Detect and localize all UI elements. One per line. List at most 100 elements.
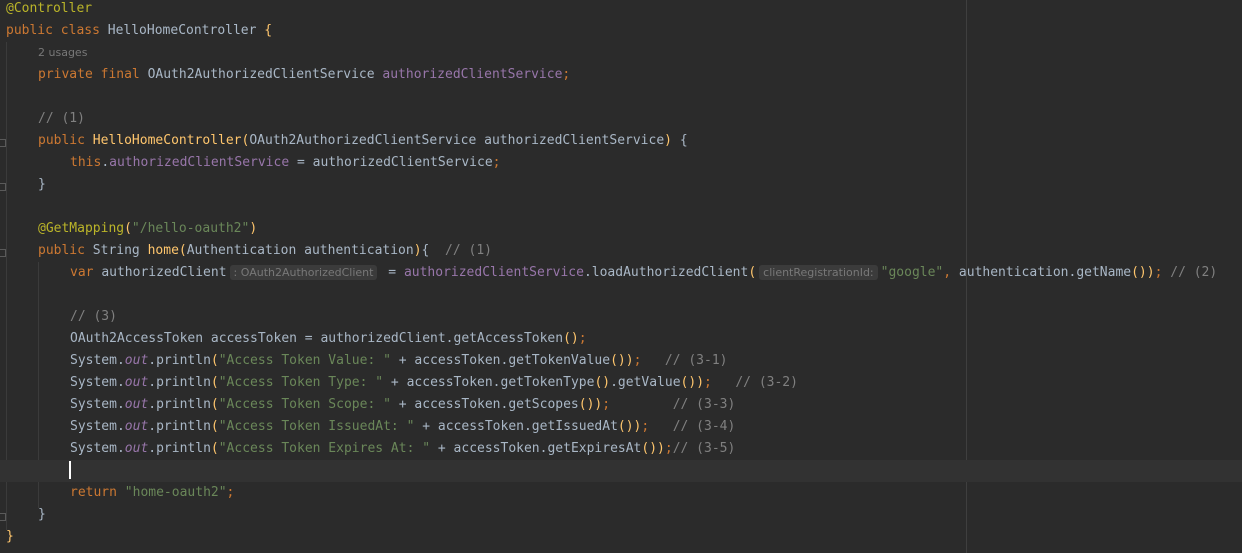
code-line[interactable]: 2 usages	[0, 42, 1242, 64]
code-editor[interactable]: @Controller public class HelloHomeControl…	[0, 0, 1242, 553]
code-token: "home-oauth2"	[124, 485, 227, 500]
code-line[interactable]: private final OAuth2AuthorizedClientServ…	[0, 64, 1242, 86]
code-token: OAuth2AccessToken accessToken = authoriz…	[70, 331, 564, 346]
code-line[interactable]: @Controller	[0, 0, 1242, 20]
code-token: ,	[943, 265, 959, 280]
text-caret	[69, 461, 71, 479]
code-token: @Controller	[6, 1, 93, 16]
code-token: // (1)	[445, 243, 492, 258]
code-token: {	[421, 243, 446, 258]
code-line[interactable]: }	[0, 174, 1242, 196]
code-token: = authorizedClientService	[289, 155, 493, 170]
code-token: private final	[38, 67, 148, 82]
code-token: return	[70, 485, 125, 500]
code-token: home	[147, 243, 179, 258]
code-token: "Access Token Scope: "	[218, 397, 391, 412]
code-token: }	[38, 177, 46, 192]
code-token: ())	[680, 375, 705, 390]
code-token: // (1)	[38, 111, 85, 126]
code-token: ;	[578, 331, 587, 346]
code-token: ;	[641, 419, 673, 434]
code-token: ;	[633, 353, 665, 368]
code-line[interactable]: public class HelloHomeController {	[0, 20, 1242, 42]
code-token: Authentication authentication	[186, 243, 414, 258]
usages-hint[interactable]: 2 usages	[38, 46, 87, 59]
code-line[interactable]: }	[0, 504, 1242, 526]
code-line[interactable]: System.out.println("Access Token Type: "…	[0, 372, 1242, 394]
code-token: ;	[492, 155, 501, 170]
code-line[interactable]: return "home-oauth2";	[0, 482, 1242, 504]
code-line[interactable]: System.out.println("Access Token Scope: …	[0, 394, 1242, 416]
fold-marker-icon[interactable]	[0, 139, 6, 147]
code-token: public	[38, 243, 93, 258]
code-token: (	[210, 419, 219, 434]
inlay-hint: : OAuth2AuthorizedClient	[229, 265, 378, 280]
code-token: System.	[70, 353, 125, 368]
code-token: String	[92, 243, 148, 258]
code-token: ()	[594, 375, 611, 390]
code-line[interactable]: var authorizedClient: OAuth2AuthorizedCl…	[0, 262, 1242, 284]
code-token: + accessToken.getScopes	[390, 397, 579, 412]
fold-marker-icon[interactable]	[0, 513, 6, 521]
code-token: "Access Token IssuedAt: "	[218, 419, 415, 434]
code-token: System.	[70, 419, 125, 434]
code-token: // (3-4)	[672, 419, 736, 434]
code-line[interactable]: @GetMapping("/hello-oauth2")	[0, 218, 1242, 240]
code-token: out	[124, 353, 149, 368]
code-line[interactable]: public String home(Authentication authen…	[0, 240, 1242, 262]
code-token: ;	[1154, 265, 1171, 280]
code-line[interactable]: System.out.println("Access Token Expires…	[0, 438, 1242, 460]
code-line[interactable]: }	[0, 526, 1242, 548]
code-line[interactable]	[0, 460, 1242, 482]
code-token: (	[748, 265, 757, 280]
code-token: ())	[617, 419, 642, 434]
code-line[interactable]: System.out.println("Access Token Value: …	[0, 350, 1242, 372]
code-token: authentication.getName	[958, 265, 1132, 280]
code-token: out	[124, 397, 149, 412]
code-token: System.	[70, 441, 125, 456]
code-line[interactable]	[0, 196, 1242, 218]
code-token: "google"	[880, 265, 944, 280]
code-token: (	[178, 243, 187, 258]
code-token: .println	[148, 397, 211, 412]
code-token: out	[124, 441, 149, 456]
code-token: OAuth2AuthorizedClientService	[147, 67, 383, 82]
code-line[interactable]: public HelloHomeController(OAuth2Authori…	[0, 130, 1242, 152]
code-token: public	[38, 133, 93, 148]
code-line[interactable]: OAuth2AccessToken accessToken = authoriz…	[0, 328, 1242, 350]
code-token: ;	[226, 485, 235, 500]
code-token: ())	[578, 397, 603, 412]
code-line[interactable]: System.out.println("Access Token IssuedA…	[0, 416, 1242, 438]
code-token: (	[124, 221, 132, 236]
fold-marker-icon[interactable]	[0, 183, 6, 191]
code-token: HelloHomeController	[107, 23, 257, 38]
code-token: HelloHomeController	[92, 133, 242, 148]
code-token: "/hello-oauth2"	[131, 221, 250, 236]
code-token: ())	[1131, 265, 1155, 280]
code-token: (	[210, 353, 219, 368]
code-token: // (3-5)	[672, 441, 736, 456]
code-token: )	[413, 243, 422, 258]
code-token: + accessToken.getExpiresAt	[430, 441, 642, 456]
fold-marker-icon[interactable]	[0, 249, 6, 257]
code-token: out	[124, 375, 149, 390]
code-token: .loadAuthorizedClient	[583, 265, 749, 280]
code-token: authorizedClient	[101, 265, 227, 280]
code-token: {	[256, 23, 273, 38]
code-token: + accessToken.getIssuedAt	[414, 419, 618, 434]
code-line[interactable]: this.authorizedClientService = authorize…	[0, 152, 1242, 174]
code-token: authorizedClientService	[109, 155, 290, 170]
code-token: // (3-2)	[735, 375, 798, 390]
code-token: .getValue	[610, 375, 681, 390]
code-token: var	[70, 265, 102, 280]
code-line[interactable]	[0, 284, 1242, 306]
code-token: this	[70, 155, 102, 170]
code-line[interactable]: // (1)	[0, 108, 1242, 130]
code-token: ()	[563, 331, 579, 346]
code-token: ;	[704, 375, 736, 390]
code-line[interactable]: // (3)	[0, 306, 1242, 328]
code-token: (	[210, 441, 219, 456]
code-line[interactable]	[0, 86, 1242, 108]
code-token: OAuth2AuthorizedClientService authorized…	[249, 133, 665, 148]
code-token: )	[664, 133, 672, 148]
